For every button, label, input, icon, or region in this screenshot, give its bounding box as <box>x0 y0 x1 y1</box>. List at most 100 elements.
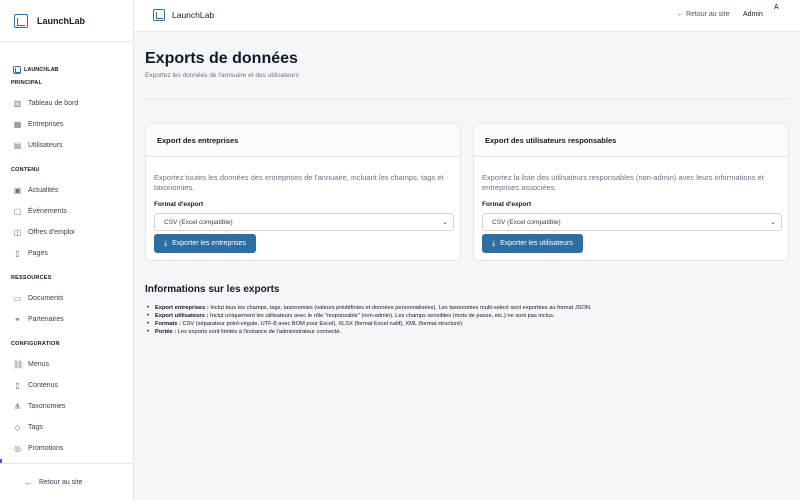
sidebar-item-tags[interactable]: ◇ Tags <box>13 420 123 434</box>
sidebar: LaunchLab LAUNCHLAB PRINCIPAL ▥ Tableau … <box>0 0 134 500</box>
info-term: Portée : <box>155 329 177 335</box>
info-text: Les exports sont limités à l'instance de… <box>176 329 342 335</box>
topbar-back-to-site[interactable]: ← Retour au site <box>677 11 730 18</box>
sidebar-item-utilisateurs[interactable]: ▤ Utilisateurs <box>13 138 123 152</box>
sidebar-item-label: Menus <box>28 360 50 368</box>
list-item: Portée : Les exports sont limités à l'in… <box>147 328 785 336</box>
format-label: Format d'export <box>482 201 532 208</box>
sidebar-item-taxonomies[interactable]: ⋔ Taxonomies <box>13 399 123 413</box>
sidebar-item-documents[interactable]: ▭ Documents <box>13 291 123 305</box>
download-icon: ⤓ <box>492 239 496 247</box>
info-term: Formats : <box>155 321 181 327</box>
link-icon: ⛓ <box>13 359 24 369</box>
users-format-select[interactable]: CSV (Excel compatible) ⌄ <box>482 213 782 231</box>
card-title: Export des entreprises <box>146 124 460 157</box>
sidebar-item-label: Partenaires <box>28 315 64 323</box>
sidebar-item-label: Documents <box>28 294 64 302</box>
chevron-down-icon: ⌄ <box>770 219 776 226</box>
info-text: CSV (séparateur point-virgule, UTF-8 ave… <box>180 321 464 327</box>
topbar: LaunchLab ← Retour au site Admin A <box>134 0 800 32</box>
info-list: Export entreprises : Inclut tous les cha… <box>147 304 785 336</box>
select-value: CSV (Excel compatible) <box>164 218 233 226</box>
sidebar-item-label: Promotions <box>28 444 64 452</box>
avatar[interactable]: A <box>774 4 779 11</box>
sidebar-item-contenus[interactable]: ▯ Contenus <box>13 378 123 392</box>
export-companies-button[interactable]: ⤓ Exporter les entreprises <box>154 234 257 253</box>
sidebar-item-label: Tags <box>28 423 43 431</box>
page-subtitle: Exportez les données de l'annuaire et de… <box>145 72 299 79</box>
card-description: Exportez la liste des utilisateurs respo… <box>482 173 764 192</box>
sidebar-item-promotions[interactable]: ◎ Promotions <box>13 441 123 455</box>
sidebar-item-label: Pages <box>28 249 48 257</box>
page-title: Exports de données <box>145 50 298 67</box>
sidebar-item-entreprises[interactable]: ▦ Entreprises <box>13 117 123 131</box>
section-title-ressources: RESSOURCES <box>11 275 52 281</box>
back-to-site-label: Retour au site <box>39 478 83 486</box>
sidebar-item-evenements[interactable]: ▢ Événements <box>13 204 123 218</box>
list-item: Export entreprises : Inclut tous les cha… <box>147 304 785 312</box>
calendar-icon: ▢ <box>13 206 22 216</box>
taxonomy-icon: ⋔ <box>14 401 21 411</box>
sidebar-item-menus[interactable]: ⛓ Menus <box>13 357 123 371</box>
list-item: Export utilisateurs : Inclut uniquement … <box>147 312 785 320</box>
info-text: Inclut tous les champs, tags, taxonomies… <box>208 305 592 311</box>
export-users-card: Export des utilisateurs responsables Exp… <box>473 123 789 261</box>
sidebar-item-label: Actualités <box>28 186 59 194</box>
topbar-brand-name: LaunchLab <box>172 10 215 20</box>
folder-icon: ▭ <box>13 293 22 303</box>
document-icon: ▯ <box>15 380 20 390</box>
sidebar-item-actualites[interactable]: ▣ Actualités <box>13 183 123 197</box>
briefcase-icon: ◫ <box>13 227 22 237</box>
card-description: Exportez toutes les données des entrepri… <box>154 173 444 192</box>
export-companies-card: Export des entreprises Exportez toutes l… <box>145 123 461 261</box>
sidebar-small-brand: LAUNCHLAB <box>10 66 59 74</box>
launchlab-logo-icon <box>14 13 28 28</box>
tag-icon: ◇ <box>14 422 21 432</box>
chevron-down-icon: ⌄ <box>442 219 448 226</box>
sidebar-item-label: Tableau de bord <box>28 99 79 107</box>
sidebar-item-pages[interactable]: ▯ Pages <box>13 246 123 260</box>
user-menu[interactable]: Admin <box>743 11 763 18</box>
section-title-contenu: CONTENU <box>11 167 40 173</box>
users-icon: ▤ <box>13 140 22 150</box>
sidebar-item-label: Événements <box>28 207 67 215</box>
format-label: Format d'export <box>154 201 204 208</box>
page-icon: ▯ <box>15 248 20 258</box>
sidebar-item-label: Offres d'emploi <box>28 228 75 236</box>
list-item: Formats : CSV (séparateur point-virgule,… <box>147 320 785 328</box>
sidebar-item-offres-emploi[interactable]: ◫ Offres d'emploi <box>13 225 123 239</box>
sidebar-brand-name: LaunchLab <box>37 15 86 26</box>
arrow-left-icon: ← <box>677 11 684 18</box>
sidebar-item-label: Taxonomies <box>28 402 66 410</box>
building-icon: ▦ <box>13 119 22 129</box>
divider <box>145 98 790 99</box>
sidebar-item-label: Entreprises <box>28 120 64 128</box>
button-label: Exporter les entreprises <box>172 240 247 247</box>
section-title-configuration: CONFIGURATION <box>11 341 60 347</box>
sidebar-item-label: Utilisateurs <box>28 141 63 149</box>
app-root: LaunchLab LAUNCHLAB PRINCIPAL ▥ Tableau … <box>0 0 800 500</box>
launchlab-logo-icon <box>153 9 165 21</box>
export-users-button[interactable]: ⤓ Exporter les utilisateurs <box>482 234 583 253</box>
topbar-back-label: Retour au site <box>685 11 730 18</box>
promotion-icon: ◎ <box>14 443 21 453</box>
launchlab-small-logo-icon <box>13 66 21 74</box>
info-term: Export entreprises : <box>155 305 209 311</box>
sidebar-item-partenaires[interactable]: ⚭ Partenaires <box>13 312 123 326</box>
info-term: Export utilisateurs : <box>155 313 209 319</box>
handshake-icon: ⚭ <box>14 314 21 324</box>
button-label: Exporter les utilisateurs <box>500 240 573 247</box>
info-text: Inclut uniquement les utilisateurs avec … <box>208 313 555 319</box>
sidebar-item-label: Contenus <box>28 381 58 389</box>
sidebar-back-to-site[interactable]: ← Retour au site <box>0 463 133 500</box>
sidebar-small-brand-name: LAUNCHLAB <box>24 67 59 73</box>
topbar-brand[interactable]: LaunchLab <box>146 9 214 21</box>
download-icon: ⤓ <box>164 239 168 247</box>
card-title: Export des utilisateurs responsables <box>474 124 788 157</box>
arrow-left-icon: ← <box>24 477 33 487</box>
news-icon: ▣ <box>13 185 22 195</box>
companies-format-select[interactable]: CSV (Excel compatible) ⌄ <box>154 213 454 231</box>
sidebar-item-tableau-de-bord[interactable]: ▥ Tableau de bord <box>13 96 123 110</box>
sidebar-brand[interactable]: LaunchLab <box>0 0 133 42</box>
chart-icon: ▥ <box>13 98 22 108</box>
